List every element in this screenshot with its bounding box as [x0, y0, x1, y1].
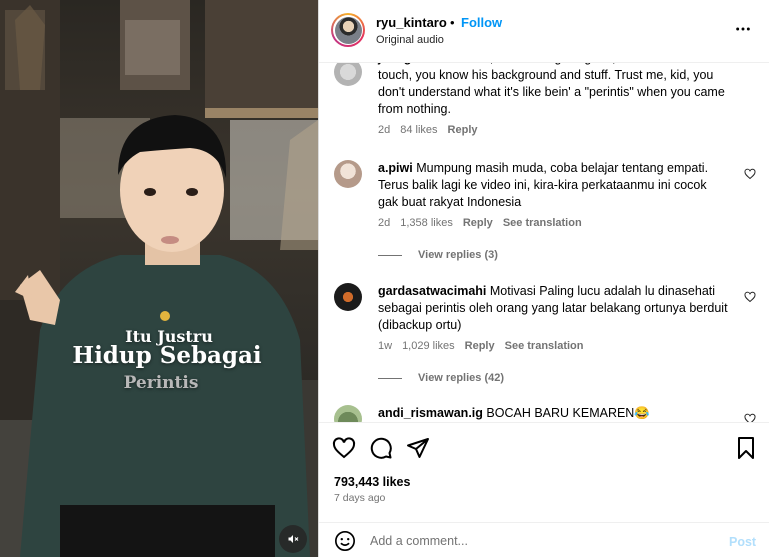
- author-avatar[interactable]: [331, 13, 365, 47]
- mute-toggle-button[interactable]: [279, 525, 307, 553]
- like-comment-heart-icon[interactable]: [744, 413, 756, 422]
- bookmark-icon[interactable]: [734, 436, 758, 460]
- see-translation-button[interactable]: See translation: [503, 217, 582, 229]
- instagram-post-modal: Itu Justru Hidup Sebagai Perintis ryu_ki…: [0, 0, 769, 557]
- comment-text: jadugarmeli I mean, the message is good,…: [378, 63, 728, 118]
- comment-bubble-icon[interactable]: [369, 436, 393, 460]
- author-username[interactable]: ryu_kintaro: [376, 15, 447, 30]
- replies-divider-line: [378, 254, 402, 256]
- video-caption-line-3: Perintis: [123, 373, 199, 393]
- comment-meta: 2d 1,358 likes Reply See translation: [378, 217, 582, 229]
- comment-time[interactable]: 2d: [378, 124, 390, 136]
- comments-list[interactable]: jadugarmeli I mean, the message is good,…: [319, 63, 769, 422]
- reel-video[interactable]: Itu Justru Hidup Sebagai Perintis: [0, 0, 318, 557]
- see-translation-button[interactable]: See translation: [505, 340, 584, 352]
- comment-meta: 1w 1,029 likes Reply See translation: [378, 340, 583, 352]
- muted-speaker-icon: [288, 535, 299, 543]
- comment-likes[interactable]: 84 likes: [400, 124, 437, 136]
- comment-likes[interactable]: 1,358 likes: [400, 217, 453, 229]
- replies-divider-line: [378, 377, 402, 379]
- view-replies-button[interactable]: View replies (3): [378, 249, 498, 261]
- add-comment-bar: Post: [319, 522, 769, 557]
- header-separator: •: [450, 15, 455, 30]
- commenter-username[interactable]: gardasatwacimahi: [378, 284, 486, 298]
- like-comment-heart-icon[interactable]: [744, 291, 756, 303]
- post-actions-bar: 793,443 likes 7 days ago: [319, 422, 769, 522]
- commenter-username[interactable]: jadugarmeli: [378, 63, 448, 65]
- post-comment-button[interactable]: Post: [729, 535, 756, 549]
- smiley-icon[interactable]: [334, 530, 356, 552]
- audio-label[interactable]: Original audio: [376, 34, 444, 46]
- video-caption-line-2: Hidup Sebagai: [72, 342, 262, 369]
- comment-input[interactable]: [370, 530, 710, 552]
- more-horizontal-icon: [736, 27, 750, 31]
- post-details-panel: ryu_kintaro • Follow Original audio jadu…: [318, 0, 769, 557]
- more-options-button[interactable]: [735, 21, 751, 40]
- view-replies-label: View replies (3): [418, 249, 498, 261]
- post-header: ryu_kintaro • Follow Original audio: [319, 0, 769, 63]
- comment-meta: 2d 84 likes Reply: [378, 124, 478, 136]
- comment-text: andi_rismawan.ig BOCAH BARU KEMAREN😂: [378, 406, 650, 420]
- comment-text: gardasatwacimahi Motivasi Paling lucu ad…: [378, 284, 728, 332]
- commenter-avatar[interactable]: [334, 63, 362, 86]
- comment-time[interactable]: 1w: [378, 340, 392, 352]
- post-date[interactable]: 7 days ago: [334, 492, 385, 504]
- commenter-username[interactable]: andi_rismawan.ig: [378, 406, 483, 420]
- reply-button[interactable]: Reply: [448, 124, 478, 136]
- commenter-avatar[interactable]: [334, 283, 362, 311]
- comment-text: a.piwi Mumpung masih muda, coba belajar …: [378, 161, 709, 209]
- reply-button[interactable]: Reply: [463, 217, 493, 229]
- view-replies-button[interactable]: View replies (42): [378, 372, 504, 384]
- paper-plane-icon[interactable]: [406, 436, 430, 460]
- post-like-count[interactable]: 793,443 likes: [334, 475, 410, 489]
- comment-time[interactable]: 2d: [378, 217, 390, 229]
- view-replies-label: View replies (42): [418, 372, 505, 384]
- reply-button[interactable]: Reply: [465, 340, 495, 352]
- commenter-avatar[interactable]: [334, 405, 362, 422]
- like-comment-heart-icon[interactable]: [744, 168, 756, 180]
- commenter-username[interactable]: a.piwi: [378, 161, 413, 175]
- commenter-avatar[interactable]: [334, 160, 362, 188]
- person-figure: [15, 115, 310, 557]
- heart-icon[interactable]: [332, 436, 356, 460]
- comment-likes[interactable]: 1,029 likes: [402, 340, 455, 352]
- follow-button[interactable]: Follow: [461, 15, 502, 30]
